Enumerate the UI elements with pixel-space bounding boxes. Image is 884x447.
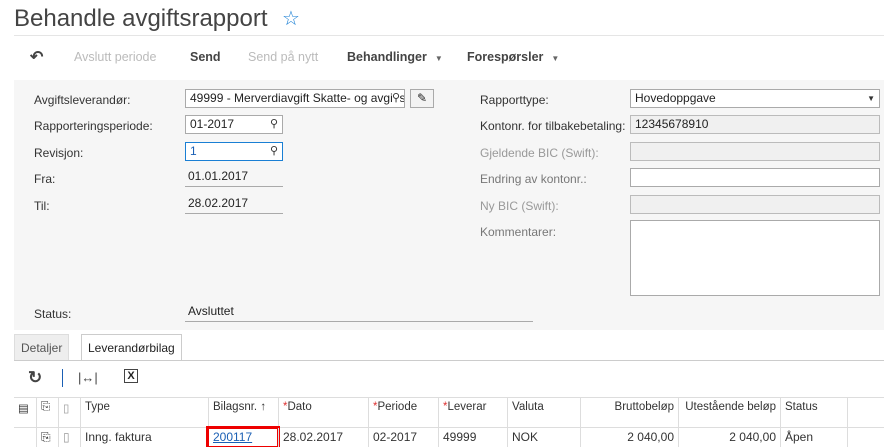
cell-date: 28.02.2017 bbox=[278, 428, 368, 447]
col-date-label: Dato bbox=[287, 401, 312, 413]
new-bic-label: Ny BIC (Swift): bbox=[480, 199, 559, 213]
period-label: Rapporteringsperiode: bbox=[34, 119, 153, 133]
col-status[interactable]: Status bbox=[780, 398, 848, 427]
attachment-icon[interactable]: ⎘ bbox=[36, 428, 58, 447]
period-field[interactable]: 01-2017 ⚲ bbox=[185, 115, 283, 134]
inquiries-menu[interactable]: Forespørsler ▼ bbox=[467, 50, 559, 64]
send-button[interactable]: Send bbox=[190, 50, 221, 64]
report-type-label: Rapporttype: bbox=[480, 93, 549, 107]
divider bbox=[62, 369, 63, 387]
col-currency[interactable]: Valuta bbox=[507, 398, 580, 427]
report-type-value: Hovedoppgave bbox=[635, 91, 716, 105]
revision-field[interactable]: 1 ⚲ bbox=[185, 142, 283, 161]
new-bic-field bbox=[630, 195, 880, 214]
cell-doc[interactable]: 200117 bbox=[206, 426, 280, 447]
account-change-field[interactable] bbox=[630, 168, 880, 187]
empty-cell bbox=[14, 428, 36, 447]
revision-value: 1 bbox=[190, 144, 197, 158]
refund-account-label: Kontonr. for tilbakebetaling: bbox=[480, 119, 626, 133]
col-period-label: Periode bbox=[377, 401, 418, 413]
comments-label: Kommentarer: bbox=[480, 225, 557, 239]
notes-icon[interactable]: ▤ bbox=[14, 398, 36, 427]
cell-vendor: 49999 bbox=[438, 428, 507, 447]
pencil-icon: ✎ bbox=[416, 91, 428, 105]
refresh-icon[interactable]: ↻ bbox=[28, 368, 42, 388]
col-vendor-label: Leverar bbox=[447, 401, 487, 413]
divider bbox=[14, 360, 884, 361]
refund-account-field: 12345678910 bbox=[630, 115, 880, 134]
to-value: 28.02.2017 bbox=[185, 195, 283, 214]
document-icon[interactable]: ▯ bbox=[58, 428, 80, 447]
caret-down-icon: ▼ bbox=[551, 54, 560, 63]
status-label: Status: bbox=[34, 307, 72, 321]
caret-down-icon: ▼ bbox=[867, 94, 875, 103]
cell-type: Inng. faktura bbox=[80, 428, 208, 447]
to-label: Til: bbox=[34, 199, 50, 213]
supplier-value: 49999 - Merverdiavgift Skatte- og avgift… bbox=[190, 91, 405, 105]
cell-period: 02-2017 bbox=[368, 428, 438, 447]
period-value: 01-2017 bbox=[190, 117, 235, 131]
favorite-star-icon[interactable]: ☆ bbox=[282, 6, 300, 31]
col-doc[interactable]: Bilagsnr. ↑ bbox=[208, 398, 278, 427]
cell-currency: NOK bbox=[507, 428, 580, 447]
document-icon[interactable]: ▯ bbox=[58, 398, 80, 427]
edit-button[interactable]: ✎ bbox=[410, 89, 434, 108]
col-period[interactable]: *Periode bbox=[368, 398, 438, 427]
sort-asc-icon: ↑ bbox=[260, 401, 267, 413]
close-period-button[interactable]: Avslutt periode bbox=[74, 50, 156, 64]
cell-outstanding: 2 040,00 bbox=[678, 428, 780, 447]
fit-columns-icon[interactable]: |↔| bbox=[78, 370, 98, 385]
comments-textarea[interactable] bbox=[630, 220, 880, 296]
attachment-icon[interactable]: ⎘ bbox=[36, 398, 58, 427]
page-title: Behandle avgiftsrapport bbox=[14, 5, 268, 32]
cell-gross: 2 040,00 bbox=[580, 428, 678, 447]
col-doc-label: Bilagsnr. bbox=[213, 401, 258, 413]
col-type[interactable]: Type bbox=[80, 398, 208, 427]
search-icon[interactable]: ⚲ bbox=[270, 144, 278, 157]
cell-status: Åpen bbox=[780, 428, 848, 447]
actions-label: Behandlinger bbox=[347, 50, 427, 64]
tab-details[interactable]: Detaljer bbox=[14, 334, 70, 360]
bic-label: Gjeldende BIC (Swift): bbox=[480, 146, 599, 160]
col-outstanding[interactable]: Utestående beløp bbox=[678, 398, 780, 427]
supplier-label: Avgiftsleverandør: bbox=[34, 93, 131, 107]
account-change-label: Endring av kontonr.: bbox=[480, 172, 587, 186]
supplier-field[interactable]: 49999 - Merverdiavgift Skatte- og avgift… bbox=[185, 89, 405, 108]
table-row[interactable]: ⎘ ▯ Inng. faktura 200117 28.02.2017 02-2… bbox=[14, 426, 884, 447]
report-type-select[interactable]: Hovedoppgave ▼ bbox=[630, 89, 880, 108]
search-icon[interactable]: ⚲ bbox=[270, 117, 278, 130]
excel-export-icon[interactable]: X bbox=[124, 369, 138, 383]
inquiries-label: Forespørsler bbox=[467, 50, 544, 64]
doc-link[interactable]: 200117 bbox=[213, 430, 252, 444]
caret-down-icon: ▼ bbox=[434, 54, 443, 63]
from-label: Fra: bbox=[34, 172, 56, 186]
grid-header: ▤ ⎘ ▯ Type Bilagsnr. ↑ *Dato *Periode *L… bbox=[14, 397, 884, 428]
col-gross[interactable]: Bruttobeløp bbox=[580, 398, 678, 427]
col-date[interactable]: *Dato bbox=[278, 398, 368, 427]
from-value: 01.01.2017 bbox=[185, 168, 283, 187]
revision-label: Revisjon: bbox=[34, 146, 84, 160]
col-vendor[interactable]: *Leverar bbox=[438, 398, 507, 427]
search-icon[interactable]: ⚲ bbox=[391, 91, 400, 104]
actions-menu[interactable]: Behandlinger ▼ bbox=[347, 50, 443, 64]
undo-icon[interactable]: ↶ bbox=[30, 47, 43, 67]
tab-supplier-documents[interactable]: Leverandørbilag bbox=[81, 334, 182, 360]
resend-button[interactable]: Send på nytt bbox=[248, 50, 318, 64]
status-value: Avsluttet bbox=[185, 303, 533, 322]
bic-field bbox=[630, 142, 880, 161]
divider bbox=[14, 35, 884, 36]
